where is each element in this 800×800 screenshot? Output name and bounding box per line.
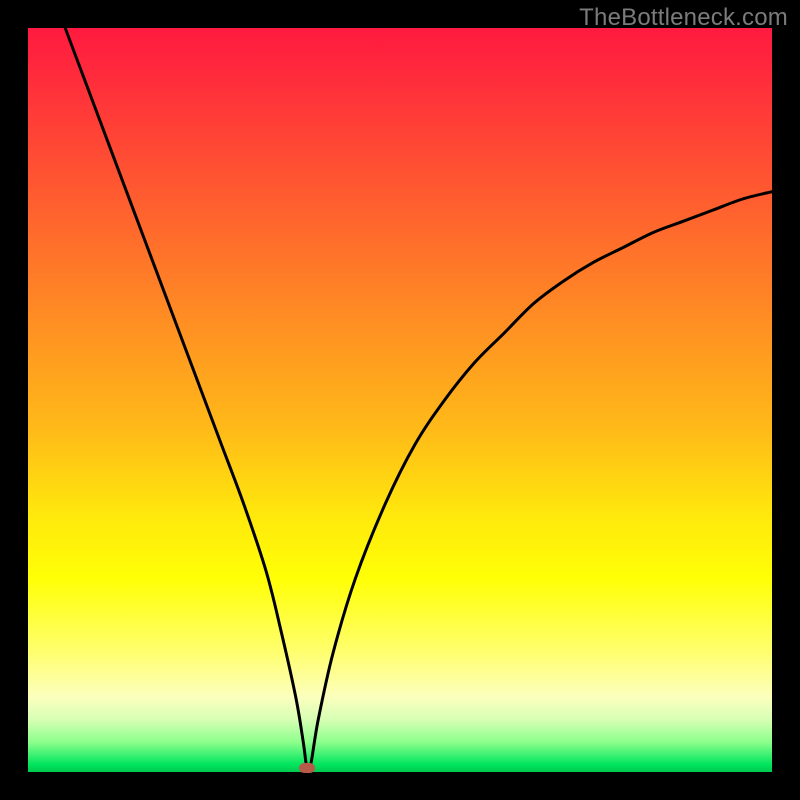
bottleneck-curve [65, 28, 772, 771]
chart-frame: TheBottleneck.com [0, 0, 800, 800]
plot-area [28, 28, 772, 772]
optimal-point-marker [299, 763, 315, 773]
curve-svg [28, 28, 772, 772]
watermark-text: TheBottleneck.com [579, 4, 788, 32]
